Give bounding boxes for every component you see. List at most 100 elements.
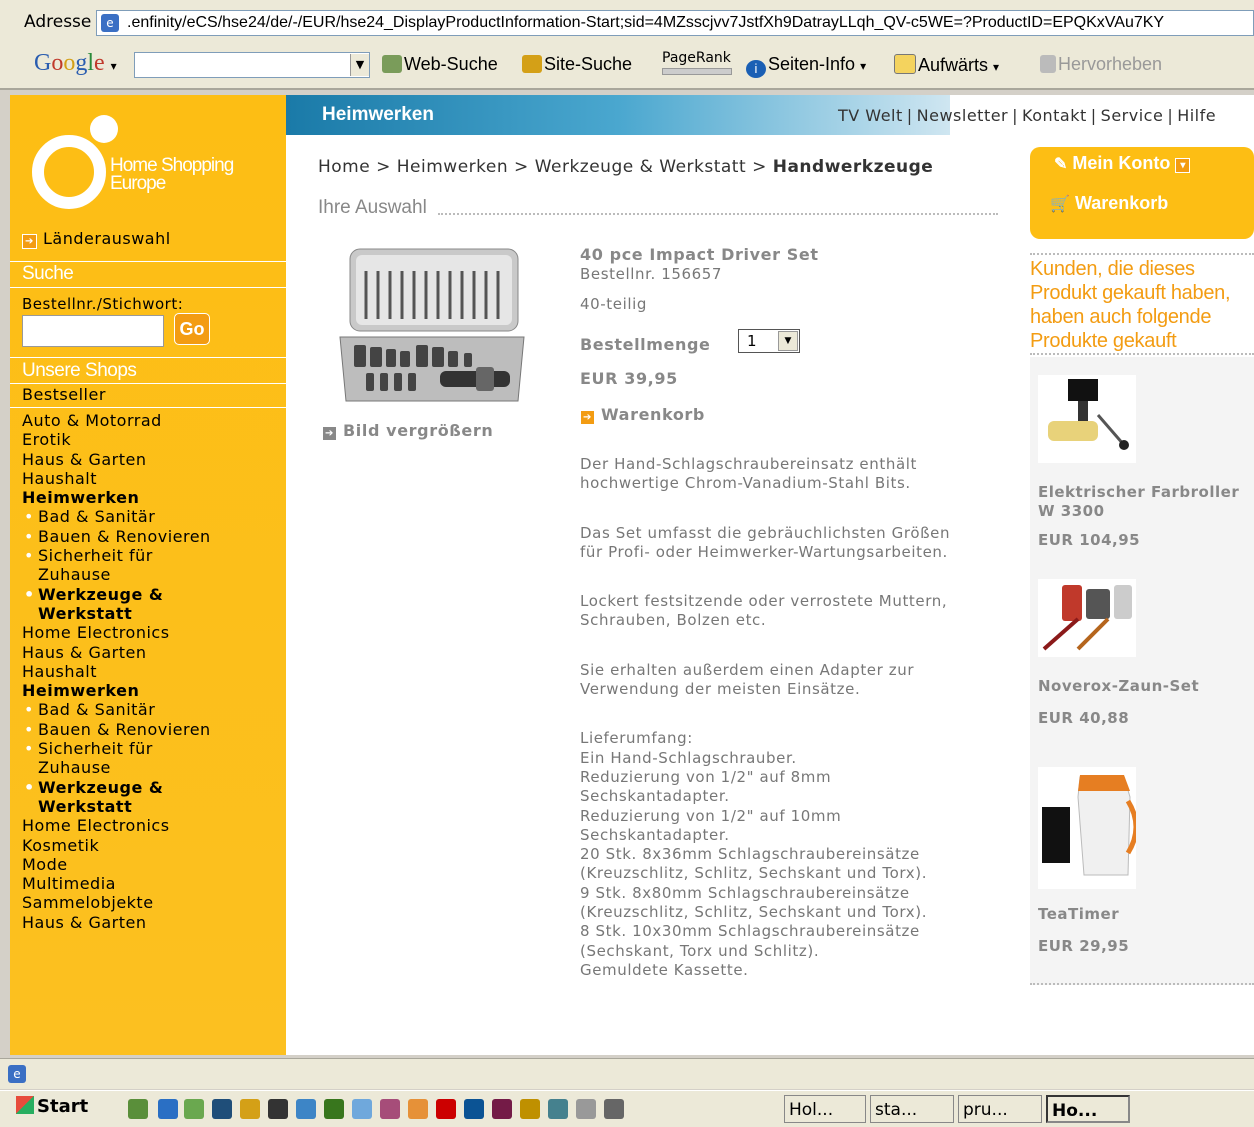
bestseller-link[interactable]: Bestseller <box>22 385 106 404</box>
google-search-input[interactable] <box>134 52 370 78</box>
sidebar-nav-item[interactable]: Haus & Garten <box>22 450 211 469</box>
up-button[interactable]: Aufwärts ▾ <box>894 54 999 76</box>
sidebar-nav-item[interactable]: Heimwerken <box>22 681 211 700</box>
quicklaunch-box-icon[interactable] <box>240 1099 260 1119</box>
sidebar-nav-item[interactable]: Home Electronics <box>22 623 211 642</box>
ie-status-icon: e <box>8 1065 26 1083</box>
sidebar-nav-item[interactable]: Mode <box>22 855 211 874</box>
sidebar-nav-item[interactable]: Zuhause <box>22 758 211 777</box>
sidebar-nav-item[interactable]: Werkzeuge & <box>22 585 211 605</box>
page-info-button[interactable]: i Seiten-Info ▾ <box>746 54 866 78</box>
reco-item-image[interactable] <box>1038 579 1136 657</box>
description-line: Verwendung der meisten Einsätze. <box>580 680 861 699</box>
site-search-button[interactable]: Site-Suche <box>522 54 632 75</box>
kontakt-link[interactable]: Kontakt <box>1022 106 1087 125</box>
reco-heading-line: Kunden, die dieses <box>1030 258 1195 280</box>
highlight-button[interactable]: Hervorheben <box>1040 54 1162 75</box>
task-button-active[interactable]: Ho... <box>1046 1095 1130 1123</box>
quicklaunch-app-icon[interactable] <box>380 1099 400 1119</box>
quicklaunch-app-icon[interactable] <box>436 1099 456 1119</box>
add-to-cart-link[interactable]: ➔ Warenkorb <box>580 405 705 425</box>
product-image[interactable] <box>336 241 528 409</box>
sidebar-nav-item[interactable]: Bad & Sanitär <box>22 700 211 720</box>
sidebar-nav-item[interactable]: Haus & Garten <box>22 643 211 662</box>
hse-logo-icon[interactable] <box>32 135 106 209</box>
description-line: Der Hand-Schlagschraubereinsatz enthält <box>580 455 918 473</box>
go-button[interactable]: Go <box>174 313 210 345</box>
logo-line2: Europe <box>110 173 166 194</box>
quicklaunch-ie-icon[interactable] <box>158 1099 178 1119</box>
country-select-link[interactable]: ➔ Länderauswahl <box>22 229 171 249</box>
sidebar-nav-item[interactable]: Zuhause <box>22 565 211 584</box>
dropdown-arrow-icon: ▼ <box>778 331 798 351</box>
address-input[interactable]: e .enfinity/eCS/hse24/de/-/EUR/hse24_Dis… <box>96 10 1254 36</box>
quantity-select[interactable]: 1 ▼ <box>738 329 800 353</box>
breadcrumb-werkzeuge[interactable]: Werkzeuge & Werkstatt <box>535 157 746 177</box>
sidebar-nav-item[interactable]: Werkstatt <box>22 604 211 623</box>
quicklaunch-window-icon[interactable] <box>212 1099 232 1119</box>
sidebar-nav-item[interactable]: Heimwerken <box>22 488 211 507</box>
sidebar-search-input[interactable] <box>22 315 164 347</box>
sidebar-nav-item[interactable]: Sicherheit für <box>22 739 211 759</box>
service-link[interactable]: Service <box>1101 106 1164 125</box>
hilfe-link[interactable]: Hilfe <box>1177 106 1216 125</box>
quicklaunch-app-icon[interactable] <box>548 1099 568 1119</box>
cart-icon: 🛒 <box>1050 196 1070 213</box>
arrow-box-icon: ➔ <box>22 234 37 249</box>
enlarge-label: Bild vergrößern <box>343 421 494 440</box>
sidebar-nav-item[interactable]: Werkstatt <box>22 797 211 816</box>
breadcrumb-heimwerken[interactable]: Heimwerken <box>397 157 508 177</box>
newsletter-link[interactable]: Newsletter <box>917 106 1009 125</box>
reco-item-name[interactable]: Noverox-Zaun-Set <box>1038 677 1199 696</box>
sidebar-nav-item[interactable]: Sicherheit für <box>22 546 211 566</box>
quicklaunch-app-icon[interactable] <box>296 1099 316 1119</box>
sidebar-nav-item[interactable]: Multimedia <box>22 874 211 893</box>
add-to-cart-label: Warenkorb <box>601 405 705 424</box>
quicklaunch-app-icon[interactable] <box>268 1099 288 1119</box>
status-bar: e <box>0 1058 1254 1089</box>
sidebar-nav-item[interactable]: Bauen & Renovieren <box>22 527 211 547</box>
reco-item-name[interactable]: TeaTimer <box>1038 905 1119 924</box>
quicklaunch-desktop-icon[interactable] <box>128 1099 148 1119</box>
task-button[interactable]: sta... <box>870 1095 954 1123</box>
quicklaunch-app-icon[interactable] <box>464 1099 484 1119</box>
breadcrumb-home[interactable]: Home <box>318 157 370 177</box>
enlarge-image-link[interactable]: ➔ Bild vergrößern <box>322 421 493 441</box>
reco-name-line: W 3300 <box>1038 502 1105 520</box>
quicklaunch-tool-icon[interactable] <box>184 1099 204 1119</box>
google-logo[interactable]: Google ▾ <box>34 50 117 77</box>
reco-item-image[interactable] <box>1038 375 1136 463</box>
start-button[interactable]: Start <box>12 1096 92 1122</box>
task-button[interactable]: Hol... <box>784 1095 866 1123</box>
google-search-dropdown-icon[interactable]: ▼ <box>350 54 369 76</box>
cart-link[interactable]: 🛒 Warenkorb <box>1050 193 1168 214</box>
task-button[interactable]: pru... <box>958 1095 1042 1123</box>
sidebar-nav-item[interactable]: Haushalt <box>22 469 211 488</box>
sidebar-nav-item[interactable]: Auto & Motorrad <box>22 411 211 430</box>
web-search-button[interactable]: Web-Suche <box>382 54 498 75</box>
quicklaunch-app-icon[interactable] <box>604 1099 624 1119</box>
sidebar-nav-item[interactable]: Werkzeuge & <box>22 778 211 798</box>
quicklaunch-app-icon[interactable] <box>352 1099 372 1119</box>
reco-item-image[interactable] <box>1038 767 1139 889</box>
pagerank-widget[interactable]: PageRank <box>662 50 732 75</box>
my-account-link[interactable]: ✎ Mein Konto ▾ <box>1054 153 1196 174</box>
product-price: EUR 39,95 <box>580 369 678 388</box>
reco-item-name[interactable]: Elektrischer Farbroller W 3300 <box>1038 483 1239 521</box>
arrow-down-box-icon: ▾ <box>1175 158 1191 173</box>
sidebar-nav-item[interactable]: Sammelobjekte <box>22 893 211 912</box>
quicklaunch-app-icon[interactable] <box>408 1099 428 1119</box>
tv-welt-link[interactable]: TV Welt <box>838 106 903 125</box>
quicklaunch-app-icon[interactable] <box>324 1099 344 1119</box>
sidebar-nav-item[interactable]: Kosmetik <box>22 836 211 855</box>
sidebar-nav-item[interactable]: Haus & Garten <box>22 913 211 932</box>
sidebar-nav-item[interactable]: Bad & Sanitär <box>22 507 211 527</box>
quicklaunch-app-icon[interactable] <box>520 1099 540 1119</box>
address-url: .enfinity/eCS/hse24/de/-/EUR/hse24_Displ… <box>127 14 1165 31</box>
sidebar-nav-item[interactable]: Bauen & Renovieren <box>22 720 211 740</box>
quicklaunch-app-icon[interactable] <box>492 1099 512 1119</box>
quicklaunch-app-icon[interactable] <box>576 1099 596 1119</box>
sidebar-nav-item[interactable]: Erotik <box>22 430 211 449</box>
sidebar-nav-item[interactable]: Haushalt <box>22 662 211 681</box>
sidebar-nav-item[interactable]: Home Electronics <box>22 816 211 835</box>
